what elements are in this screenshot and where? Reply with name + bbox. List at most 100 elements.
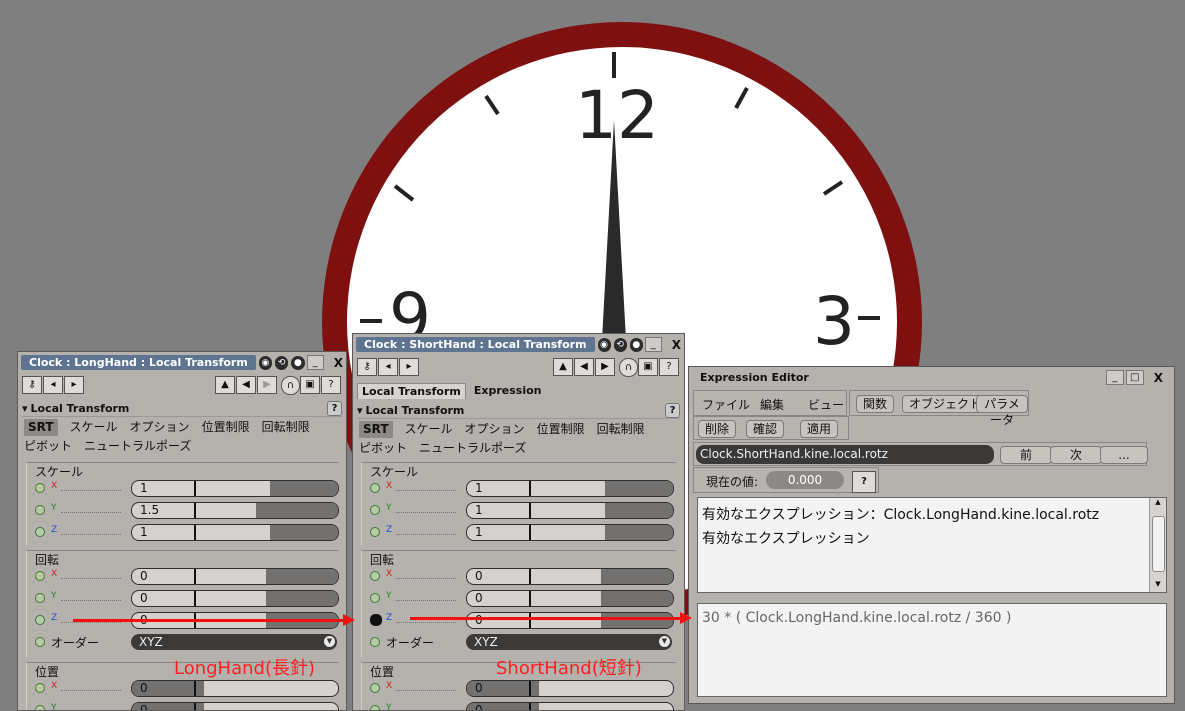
scale-z-field[interactable]: 1: [466, 524, 674, 541]
slider-handle[interactable]: [194, 681, 196, 696]
tab-rotation-limits[interactable]: 回転制限: [262, 419, 310, 436]
rotation-y-field[interactable]: 0: [466, 590, 674, 607]
tab-position-limits[interactable]: 位置制限: [202, 419, 250, 436]
collapse-icon[interactable]: ▾: [357, 404, 363, 417]
slider-handle[interactable]: [529, 569, 531, 584]
chevron-down-icon[interactable]: ▼: [659, 636, 670, 647]
expression-input[interactable]: 30 * ( Clock.LongHand.kine.local.rotz / …: [697, 603, 1167, 697]
animation-led-icon[interactable]: [35, 483, 45, 493]
help-icon[interactable]: ?: [665, 402, 680, 418]
up-icon[interactable]: ▲: [215, 376, 235, 394]
rotation-order-select[interactable]: XYZ ▼: [466, 634, 672, 650]
maximize-icon[interactable]: □: [1125, 370, 1144, 385]
animation-led-icon[interactable]: [370, 505, 380, 515]
menu-file[interactable]: ファイル: [702, 396, 750, 413]
target-field[interactable]: Clock.ShortHand.kine.local.rotz: [696, 445, 994, 464]
animation-led-icon[interactable]: [35, 527, 45, 537]
slider-handle[interactable]: [194, 503, 196, 518]
slider-handle[interactable]: [529, 613, 531, 628]
tab-pivot[interactable]: ピボット: [359, 440, 407, 457]
tab-options[interactable]: オプション: [465, 421, 525, 438]
minimize-icon[interactable]: _: [306, 355, 324, 370]
tab-neutral-pose[interactable]: ニュートラルポーズ: [84, 438, 191, 455]
tab-srt[interactable]: SRT: [24, 419, 58, 436]
forward-icon[interactable]: ▶: [257, 376, 277, 394]
scroll-down-icon[interactable]: ▼: [1150, 580, 1166, 592]
rotation-order-select[interactable]: XYZ ▼: [131, 634, 337, 650]
lock-icon[interactable]: ●: [629, 337, 643, 352]
section-header[interactable]: ▾ Local Transform ?: [357, 402, 680, 419]
magnet-icon[interactable]: ∩: [619, 357, 638, 377]
magnet-icon[interactable]: ∩: [281, 375, 300, 395]
tab-pivot[interactable]: ピボット: [24, 438, 72, 455]
close-icon[interactable]: X: [672, 338, 681, 352]
expression-driven-icon[interactable]: [370, 614, 382, 626]
rotation-y-field[interactable]: 0: [131, 590, 339, 607]
minimize-icon[interactable]: _: [644, 337, 662, 352]
slider-handle[interactable]: [529, 591, 531, 606]
arrow-left-icon[interactable]: ◂: [43, 376, 63, 394]
recycle-icon[interactable]: ⟲: [613, 337, 627, 352]
position-x-field[interactable]: 0: [466, 680, 674, 697]
key-icon[interactable]: ⚷: [357, 358, 377, 376]
slider-handle[interactable]: [529, 503, 531, 518]
scale-x-field[interactable]: 1: [131, 480, 339, 497]
delete-button[interactable]: 削除: [698, 420, 737, 438]
tab-scale[interactable]: スケール: [70, 419, 118, 436]
copy-icon[interactable]: ▣: [300, 376, 320, 394]
scale-y-field[interactable]: 1: [466, 502, 674, 519]
next-button[interactable]: 次: [1050, 446, 1102, 464]
animation-led-icon[interactable]: [35, 637, 45, 647]
arrow-right-icon[interactable]: ▸: [399, 358, 419, 376]
slider-handle[interactable]: [529, 681, 531, 696]
back-icon[interactable]: ◀: [236, 376, 256, 394]
rotation-x-field[interactable]: 0: [131, 568, 339, 585]
functions-button[interactable]: 関数: [856, 395, 895, 413]
apply-button[interactable]: 適用: [800, 420, 839, 438]
up-icon[interactable]: ▲: [553, 358, 573, 376]
animation-led-icon[interactable]: [35, 705, 45, 710]
view-icon[interactable]: ◉: [258, 355, 273, 370]
tab-position-limits[interactable]: 位置制限: [537, 421, 585, 438]
view-icon[interactable]: ◉: [597, 337, 611, 352]
rotation-z-field[interactable]: 0: [466, 612, 674, 629]
scroll-up-icon[interactable]: ▲: [1150, 498, 1166, 510]
animation-led-icon[interactable]: [370, 571, 380, 581]
tab-rotation-limits[interactable]: 回転制限: [597, 421, 645, 438]
prev-button[interactable]: 前: [1000, 446, 1052, 464]
animation-led-icon[interactable]: [370, 683, 380, 693]
animation-led-icon[interactable]: [35, 683, 45, 693]
animation-led-icon[interactable]: [370, 527, 380, 537]
tab-local-transform[interactable]: Local Transform: [357, 383, 466, 399]
tab-options[interactable]: オプション: [130, 419, 190, 436]
tab-neutral-pose[interactable]: ニュートラルポーズ: [419, 440, 526, 457]
help-icon[interactable]: ?: [659, 358, 679, 376]
animation-led-icon[interactable]: [370, 705, 380, 710]
copy-icon[interactable]: ▣: [638, 358, 658, 376]
lock-icon[interactable]: ●: [291, 355, 305, 370]
scroll-thumb[interactable]: [1152, 516, 1165, 572]
animation-led-icon[interactable]: [35, 593, 45, 603]
validate-button[interactable]: 確認: [746, 420, 785, 438]
scale-y-field[interactable]: 1.5: [131, 502, 339, 519]
animation-led-icon[interactable]: [35, 505, 45, 515]
animation-led-icon[interactable]: [35, 615, 45, 625]
minimize-icon[interactable]: _: [1105, 370, 1124, 385]
animation-led-icon[interactable]: [370, 483, 380, 493]
chevron-down-icon[interactable]: ▼: [324, 636, 335, 647]
section-header[interactable]: ▾ Local Transform ?: [22, 400, 342, 417]
slider-handle[interactable]: [194, 481, 196, 496]
back-icon[interactable]: ◀: [574, 358, 594, 376]
message-scrollbar[interactable]: ▲ ▼: [1149, 498, 1166, 592]
help-icon[interactable]: ?: [321, 376, 341, 394]
more-button[interactable]: ...: [1100, 446, 1148, 464]
forward-icon[interactable]: ▶: [595, 358, 615, 376]
close-icon[interactable]: X: [1154, 371, 1163, 385]
slider-handle[interactable]: [529, 525, 531, 540]
arrow-right-icon[interactable]: ▸: [64, 376, 84, 394]
help-icon[interactable]: ?: [852, 471, 876, 493]
help-icon[interactable]: ?: [327, 400, 342, 416]
slider-handle[interactable]: [529, 481, 531, 496]
animation-led-icon[interactable]: [370, 593, 380, 603]
slider-handle[interactable]: [194, 591, 196, 606]
